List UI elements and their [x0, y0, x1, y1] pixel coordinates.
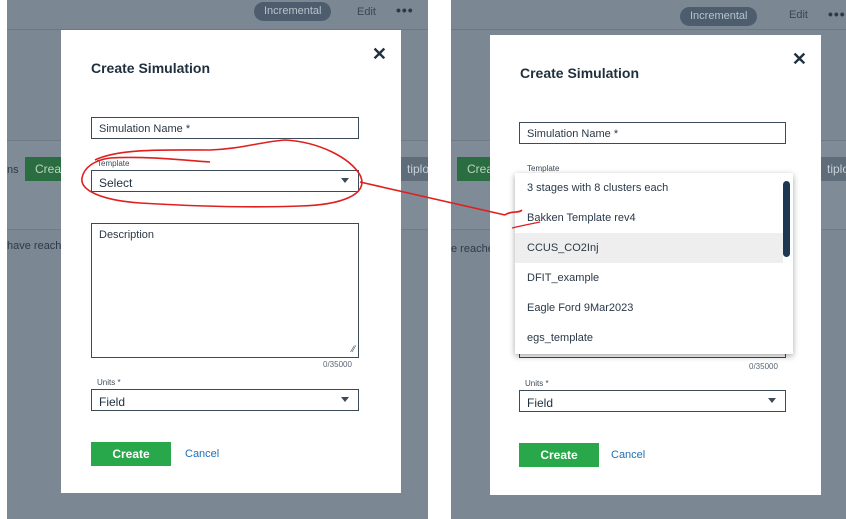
dropdown-option[interactable]: Eagle Ford 9Mar2023	[515, 293, 783, 323]
cancel-link[interactable]: Cancel	[185, 448, 219, 460]
template-dropdown-menu: 3 stages with 8 clusters each Bakken Tem…	[515, 173, 793, 354]
resize-handle-icon[interactable]: ⁄⁄	[352, 344, 355, 354]
dropdown-option[interactable]: CCUS_CO2Inj	[515, 233, 783, 263]
create-simulation-modal: Create Simulation ✕ Simulation Name * Se…	[61, 30, 401, 493]
dropdown-option[interactable]: Bakken Template rev4	[515, 203, 783, 233]
dropdown-option[interactable]: egs_template	[515, 323, 783, 353]
modal-title: Create Simulation	[91, 60, 211, 76]
chevron-down-icon	[341, 397, 349, 402]
template-label: Template	[95, 159, 132, 168]
close-icon[interactable]: ✕	[792, 49, 807, 70]
simulation-name-placeholder: Simulation Name *	[527, 128, 619, 140]
cancel-link[interactable]: Cancel	[611, 449, 645, 461]
more-icon: •••	[828, 6, 846, 22]
char-counter: 0/35000	[749, 362, 778, 371]
simulation-name-input[interactable]: Simulation Name *	[519, 122, 786, 144]
incremental-pill: Incremental	[680, 7, 758, 26]
units-value: Field	[99, 395, 126, 409]
background-tab-text: ns	[7, 164, 19, 176]
dropdown-scrollbar[interactable]	[783, 181, 790, 257]
units-select[interactable]: Field	[519, 390, 786, 412]
modal-title: Create Simulation	[520, 65, 640, 81]
units-label: Units *	[95, 378, 123, 387]
create-simulation-modal: Create Simulation ✕ Simulation Name * Te…	[490, 35, 821, 495]
background-plot-button: tiplot	[821, 157, 846, 181]
edit-link: Edit	[357, 6, 376, 18]
description-placeholder: Description	[99, 229, 155, 241]
more-icon: •••	[396, 2, 414, 18]
close-icon[interactable]: ✕	[372, 44, 387, 65]
edit-link: Edit	[789, 9, 808, 21]
chevron-down-icon	[341, 178, 349, 183]
description-textarea[interactable]: Description ⁄⁄	[91, 223, 359, 358]
chevron-down-icon	[768, 398, 776, 403]
background-plot-button: tiplot	[401, 157, 428, 181]
incremental-pill: Incremental	[254, 2, 332, 21]
template-label: Template	[527, 164, 560, 173]
dropdown-option[interactable]: 3 stages with 8 clusters each	[515, 173, 783, 203]
simulation-name-input[interactable]: Simulation Name *	[91, 117, 359, 139]
char-counter: 0/35000	[323, 360, 352, 369]
template-select[interactable]: Select	[91, 170, 359, 192]
units-label: Units *	[523, 379, 551, 388]
composite-screenshot: Incremental Edit ••• ns Crea tiplot have…	[0, 0, 846, 519]
background-header	[451, 0, 846, 30]
dropdown-option[interactable]: DFIT_example	[515, 263, 783, 293]
left-panel: Incremental Edit ••• ns Crea tiplot have…	[7, 0, 428, 519]
template-value: Select	[99, 176, 133, 190]
units-select[interactable]: Field	[91, 389, 359, 411]
simulation-name-placeholder: Simulation Name *	[99, 123, 191, 135]
create-button[interactable]: Create	[91, 442, 171, 466]
create-button[interactable]: Create	[519, 443, 599, 467]
right-panel: Incremental Edit ••• Crea tiplot e reach…	[451, 0, 846, 519]
units-value: Field	[527, 396, 554, 410]
